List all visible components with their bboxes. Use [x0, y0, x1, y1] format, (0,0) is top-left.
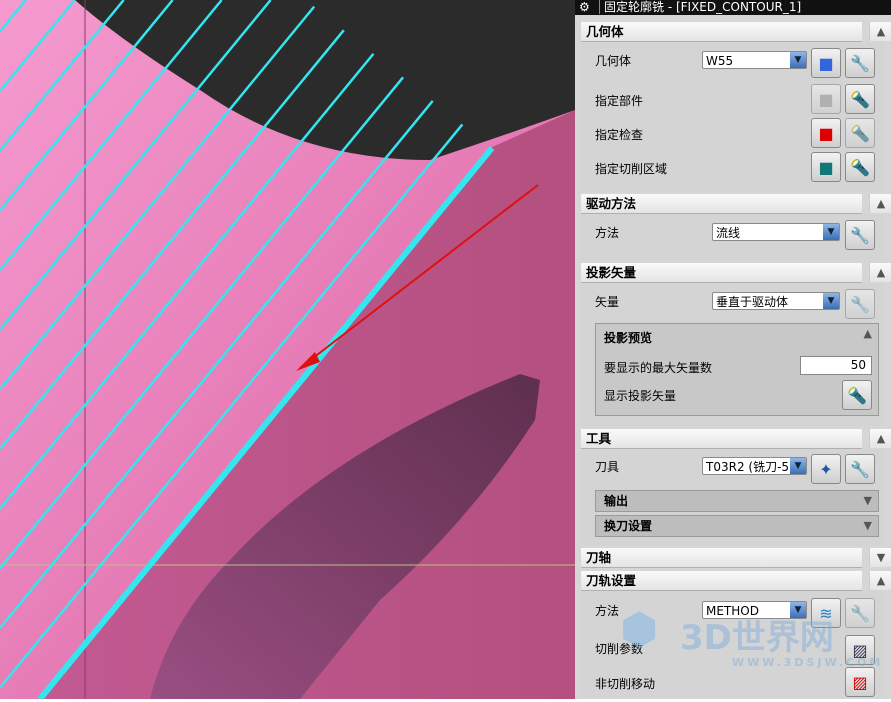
output-group[interactable]: 输出 ▼: [595, 490, 879, 512]
geometry-label: 几何体: [595, 54, 632, 68]
chevron-up-icon[interactable]: ▲: [869, 263, 891, 282]
subsection-title: 换刀设置: [604, 519, 653, 533]
projection-body: 矢量 垂直于驱动体 ▼ 🔧 投影预览 ▲ 要显示的最大矢量数 50 显示投影矢量 …: [581, 283, 883, 426]
edit-drive-button[interactable]: 🔧: [845, 220, 875, 250]
select-value: W55: [706, 54, 734, 68]
section-tool-axis[interactable]: 刀轴 ▼: [581, 548, 891, 568]
dialog-title: 固定轮廓铣 - [FIXED_CONTOUR_1]: [599, 0, 801, 14]
path-method-label: 方法: [595, 604, 620, 618]
drive-method-select[interactable]: 流线 ▼: [712, 223, 840, 241]
section-title: 工具: [586, 431, 612, 446]
display-check-button[interactable]: 🔦: [845, 118, 875, 148]
display-cut-area-button[interactable]: 🔦: [845, 152, 875, 182]
gear-icon: ⚙: [579, 0, 590, 14]
cut-area-label: 指定切削区域: [595, 162, 668, 176]
operation-dialog: ⚙ 固定轮廓铣 - [FIXED_CONTOUR_1] 几何体 ▲ 几何体 W55 ▼…: [575, 0, 891, 699]
tool-change-group[interactable]: 换刀设置 ▼: [595, 515, 879, 537]
chevron-down-icon: ▼: [823, 224, 839, 240]
chevron-up-icon[interactable]: ▲: [864, 327, 872, 340]
section-title: 刀轨设置: [586, 573, 637, 588]
chevron-down-icon: ▼: [823, 293, 839, 309]
chevron-down-icon: ▼: [863, 519, 872, 532]
section-drive-method[interactable]: 驱动方法 ▲: [581, 194, 891, 214]
vector-select[interactable]: 垂直于驱动体 ▼: [712, 292, 840, 310]
wrench-icon: 🔧: [850, 225, 870, 245]
select-value: 流线: [716, 226, 741, 240]
chevron-up-icon[interactable]: ▲: [869, 22, 891, 41]
edit-tool-button[interactable]: 🔧: [845, 454, 875, 484]
chevron-up-icon[interactable]: ▲: [869, 571, 891, 590]
subsection-title: 投影预览: [604, 331, 653, 345]
chevron-down-icon[interactable]: ▼: [869, 548, 891, 567]
graphics-viewport[interactable]: [0, 0, 575, 701]
check-label: 指定检查: [595, 128, 644, 142]
section-title: 刀轴: [586, 550, 612, 565]
edit-vector-button[interactable]: 🔧: [845, 289, 875, 319]
chevron-up-icon[interactable]: ▲: [869, 194, 891, 213]
flashlight-icon: 🔦: [850, 157, 870, 177]
select-value: T03R2 (铣刀-5: [706, 460, 790, 474]
projection-preview-group: 投影预览 ▲ 要显示的最大矢量数 50 显示投影矢量 🔦: [595, 323, 879, 416]
max-vectors-input[interactable]: 50: [800, 356, 872, 375]
section-title: 几何体: [586, 24, 624, 39]
watermark-text: 3D世界网: [680, 618, 834, 658]
edit-geometry-button[interactable]: 🔧: [845, 48, 875, 78]
edit-method-button[interactable]: 🔧: [845, 598, 875, 628]
part-label: 指定部件: [595, 94, 644, 108]
noncut-label: 非切削移动: [595, 677, 656, 691]
toolpath-scene: [0, 0, 575, 701]
display-part-button[interactable]: 🔦: [845, 84, 875, 114]
show-vectors-button[interactable]: 🔦: [842, 380, 872, 410]
wrench-icon: 🔧: [850, 603, 870, 623]
flashlight-icon: 🔦: [850, 123, 870, 143]
noncut-moves-icon: ▨: [852, 672, 868, 692]
cube-logo-icon: ⬢: [620, 604, 659, 655]
new-tool-icon: ✦: [819, 459, 833, 479]
tool-body: 刀具 T03R2 (铣刀-5 ▼ ✦ 🔧 输出 ▼ 换刀设置 ▼: [581, 449, 883, 545]
chevron-up-icon[interactable]: ▲: [869, 429, 891, 448]
flashlight-icon: 🔦: [847, 385, 867, 405]
edit-tool-icon: 🔧: [850, 459, 870, 479]
show-vectors-label: 显示投影矢量: [604, 389, 677, 403]
vector-label: 矢量: [595, 295, 620, 309]
geometry-select[interactable]: W55 ▼: [702, 51, 807, 69]
specify-cut-area-button[interactable]: ■: [811, 152, 841, 182]
section-title: 投影矢量: [586, 265, 637, 280]
check-geometry-icon: ■: [818, 123, 834, 143]
dialog-titlebar: ⚙ 固定轮廓铣 - [FIXED_CONTOUR_1]: [575, 0, 891, 15]
chevron-down-icon: ▼: [790, 52, 806, 68]
noncut-moves-button[interactable]: ▨: [845, 667, 875, 697]
watermark-url: WWW.3DSJW.COM: [732, 656, 884, 669]
section-path-settings[interactable]: 刀轨设置 ▲: [581, 571, 891, 591]
new-tool-button[interactable]: ✦: [811, 454, 841, 484]
specify-check-button[interactable]: ■: [811, 118, 841, 148]
wrench-icon: 🔧: [850, 294, 870, 314]
tool-label: 刀具: [595, 460, 620, 474]
select-value: 垂直于驱动体: [716, 295, 789, 309]
drive-method-label: 方法: [595, 226, 620, 240]
geometry-icon: ■: [818, 53, 834, 73]
section-tool[interactable]: 工具 ▲: [581, 429, 891, 449]
cut-area-icon: ■: [818, 157, 834, 177]
section-projection-vector[interactable]: 投影矢量 ▲: [581, 263, 891, 283]
flashlight-icon: 🔦: [850, 89, 870, 109]
max-vectors-label: 要显示的最大矢量数: [604, 361, 713, 375]
specify-part-button[interactable]: ■: [811, 84, 841, 114]
new-geometry-button[interactable]: ■: [811, 48, 841, 78]
tool-select[interactable]: T03R2 (铣刀-5 ▼: [702, 457, 807, 475]
subsection-title: 输出: [604, 494, 629, 508]
geometry-body: 几何体 W55 ▼ ■ 🔧 指定部件 ■ 🔦 指定检查 ■ 🔦 指定切削区域 ■ …: [581, 43, 883, 191]
chevron-down-icon: ▼: [790, 458, 806, 474]
wrench-icon: 🔧: [850, 53, 870, 73]
chevron-down-icon: ▼: [863, 494, 872, 507]
section-geometry[interactable]: 几何体 ▲: [581, 22, 891, 42]
section-title: 驱动方法: [586, 196, 637, 211]
drive-body: 方法 流线 ▼ 🔧: [581, 214, 883, 260]
part-icon: ■: [818, 89, 834, 109]
